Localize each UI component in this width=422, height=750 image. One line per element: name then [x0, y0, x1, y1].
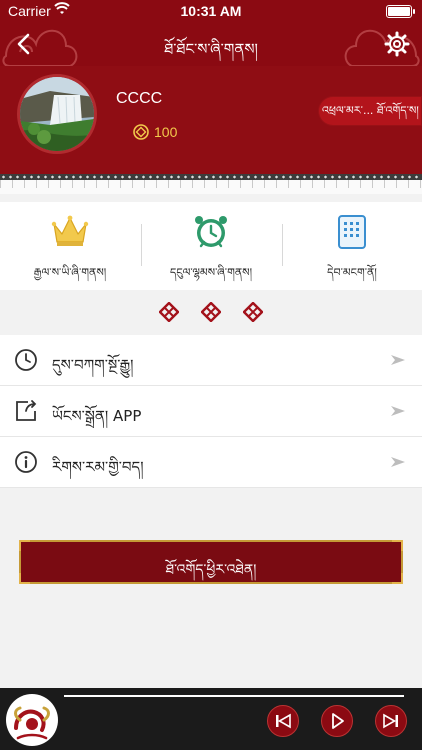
list-item-share[interactable]: ཡོངས་སྒྲོན། APP [0, 386, 422, 437]
nav-bar: ཐོ་ཐོང་ས་ཞི་གནས། [0, 22, 422, 67]
share-icon [16, 400, 37, 421]
quick-menu-label: དེབ་མངག་ནོ། [327, 266, 377, 279]
arrow-right-icon [391, 457, 405, 467]
quick-menu-label: རྒྱལ་ས་ཡི་ཞི་གནས། [33, 266, 107, 279]
quick-menu-item-0[interactable]: རྒྱལ་ས་ཡི་ཞི་གནས། [0, 202, 140, 290]
keypad-icon [338, 215, 366, 249]
list-item-about[interactable]: རིགས་རམ་གྱི་བད། [0, 437, 422, 488]
quick-menu: རྒྱལ་ས་ཡི་ཞི་གནས། དངུལ་ལྷམས་ཞི་གནས། དེབ་… [0, 202, 422, 290]
quick-menu-item-2[interactable]: དེབ་མངག་ནོ། [282, 202, 422, 290]
endless-knot-icon [201, 302, 221, 322]
clock-icon [15, 349, 37, 371]
username: CCCC [116, 90, 163, 107]
skip-forward-button[interactable] [375, 705, 407, 737]
list-item-label: དུས་བཀག་སྔོ་རྒྱུ། [52, 356, 134, 374]
logout-label: ཐོ་འགོད་ཕྱིར་འཐེན། [165, 562, 257, 578]
profile-header: CCCC 100 འཕྲལ་མར་... ཐོ་འགོད་ས། [0, 66, 422, 174]
progress-track[interactable] [64, 695, 404, 697]
crown-icon [51, 215, 89, 246]
audio-player-bar [0, 688, 422, 750]
signin-button[interactable]: འཕྲལ་མར་... ཐོ་འགོད་ས། [318, 96, 422, 126]
logout-button[interactable]: ཐོ་འགོད་ཕྱིར་འཐེན། [19, 540, 403, 584]
list-item-label: རིགས་རམ་གྱི་བད། [52, 458, 144, 476]
info-icon [15, 451, 37, 473]
arrow-right-icon [391, 355, 405, 365]
quick-menu-item-1[interactable]: དངུལ་ལྷམས་ཞི་གནས། [141, 202, 281, 290]
arrow-right-icon [391, 406, 405, 416]
play-icon [332, 713, 344, 729]
list-item-label: ཡོངས་སྒྲོན། APP [52, 407, 142, 425]
list-item-history[interactable]: དུས་བཀག་སྔོ་རྒྱུ། [0, 335, 422, 386]
skip-back-icon [276, 713, 291, 729]
skip-back-button[interactable] [267, 705, 299, 737]
decorative-border [0, 174, 422, 194]
endless-knot-icon [243, 302, 263, 322]
knot-ornaments [0, 298, 422, 326]
settings-list: དུས་བཀག་སྔོ་རྒྱུ། ཡོངས་སྒྲོན། APP རིགས་ར… [0, 335, 422, 488]
coin-icon [133, 124, 149, 140]
yak-logo-icon[interactable] [6, 694, 58, 746]
avatar[interactable] [17, 74, 97, 154]
waterfall-photo [20, 77, 94, 151]
quick-menu-label: དངུལ་ལྷམས་ཞི་གནས། [169, 266, 253, 279]
coin-count: 100 [154, 124, 178, 140]
chevron-left-icon[interactable] [10, 30, 38, 58]
skip-forward-icon [383, 713, 398, 729]
play-button[interactable] [321, 705, 353, 737]
alarm-clock-icon [195, 216, 227, 248]
endless-knot-icon [159, 302, 179, 322]
gear-icon[interactable] [384, 31, 410, 57]
